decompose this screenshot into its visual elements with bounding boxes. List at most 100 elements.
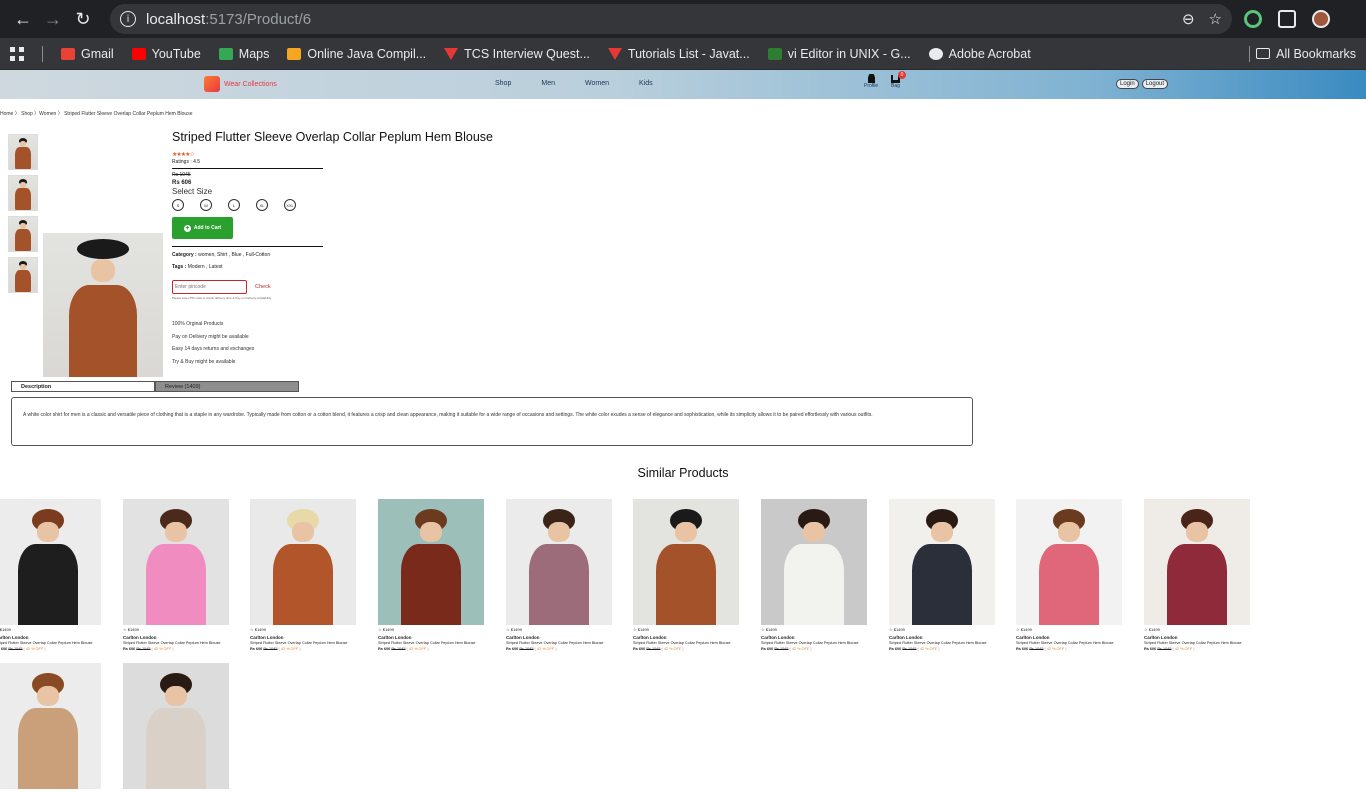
similar-product-image[interactable]: [0, 499, 101, 625]
similar-product-discount: ( 42 % OFF ): [917, 647, 940, 651]
bookmark-adobe[interactable]: Adobe Acrobat: [928, 47, 1031, 61]
similar-product-image[interactable]: [250, 499, 356, 625]
extension-icon[interactable]: [1244, 10, 1262, 28]
face-shape: [37, 521, 59, 542]
category-line: Category : women, Shirt , Blue , Full-Co…: [172, 252, 332, 258]
similar-product-image[interactable]: [889, 499, 995, 625]
check-button[interactable]: Check: [255, 284, 271, 290]
profile-button[interactable]: Profile: [864, 74, 878, 89]
outfit-shape: [529, 544, 589, 625]
similar-product-price: Rs 606: [123, 647, 136, 651]
face-shape: [292, 521, 314, 542]
similar-product-brand: Carlton London: [633, 635, 667, 640]
product-thumbnail[interactable]: [8, 257, 38, 293]
nav-men[interactable]: Men: [541, 80, 555, 87]
similar-product-discount: ( 42 % OFF ): [23, 647, 46, 651]
zoom-icon[interactable]: ⊖: [1182, 10, 1195, 28]
similar-product-price: Rs 606: [633, 647, 646, 651]
all-bookmarks[interactable]: All Bookmarks: [1249, 45, 1356, 62]
tab-review[interactable]: Review (1409): [155, 381, 299, 392]
similar-product-image[interactable]: [761, 499, 867, 625]
product-info: Striped Flutter Sleeve Overlap Collar Pe…: [172, 130, 493, 368]
size-s[interactable]: S: [172, 199, 184, 211]
size-xxl[interactable]: XXL: [284, 199, 296, 211]
similar-product-card[interactable]: ☆: [123, 663, 229, 792]
size-m[interactable]: M: [200, 199, 212, 211]
size-l[interactable]: L: [228, 199, 240, 211]
forward-icon[interactable]: →: [38, 4, 68, 34]
face-shape: [420, 521, 442, 542]
product-thumbnail[interactable]: [8, 134, 38, 170]
similar-product-card[interactable]: ☆ $1499 Carlton LondonStriped Flutter Sle…: [1144, 499, 1250, 651]
similar-product-card[interactable]: ☆ $1499 Carlton LondonStriped Flutter Sle…: [1016, 499, 1122, 651]
tab-description[interactable]: Description: [11, 381, 155, 392]
product-main-image: [43, 233, 163, 377]
feature-item: Pay on Delivery might be available: [172, 333, 249, 340]
similar-product-image[interactable]: [378, 499, 484, 625]
bookmark-maps[interactable]: Maps: [218, 47, 269, 61]
similar-product-brand: Carlton London: [1144, 635, 1178, 640]
similar-product-name: Striped Flutter Sleeve Overlap Collar Pe…: [123, 641, 221, 645]
similar-product-image[interactable]: [633, 499, 739, 625]
similar-product-top-price: ☆ $1499: [1144, 627, 1250, 632]
bag-button[interactable]: 0 Bag: [891, 71, 906, 89]
reload-icon[interactable]: ↻: [68, 4, 98, 34]
similar-product-card[interactable]: ☆ $1499 Carlton LondonStriped Flutter Sle…: [0, 499, 101, 651]
bookmark-gmail[interactable]: Gmail: [61, 47, 114, 61]
brand-name: Wear Collections: [224, 80, 277, 88]
pincode-input[interactable]: [172, 280, 247, 294]
product-thumbnail[interactable]: [8, 216, 38, 252]
similar-product-image[interactable]: [123, 663, 229, 789]
product-thumbnail[interactable]: [8, 175, 38, 211]
nav-women[interactable]: Women: [585, 80, 609, 87]
size-xl[interactable]: XL: [256, 199, 268, 211]
brand-logo[interactable]: Wear Collections: [204, 76, 277, 92]
similar-product-image[interactable]: [1144, 499, 1250, 625]
similar-product-card[interactable]: ☆ $1499 Carlton LondonStriped Flutter Sle…: [761, 499, 867, 651]
bookmark-tcs[interactable]: TCS Interview Quest...: [444, 47, 590, 61]
similar-product-discount: ( 42 % OFF ): [406, 647, 429, 651]
similar-product-image[interactable]: [123, 499, 229, 625]
login-button[interactable]: Login: [1116, 79, 1139, 89]
similar-product-card[interactable]: ☆ $1499 Carlton LondonStriped Flutter Sle…: [633, 499, 739, 651]
similar-product-image[interactable]: [1016, 499, 1122, 625]
back-icon[interactable]: ←: [8, 4, 38, 34]
bookmark-vi-editor[interactable]: vi Editor in UNIX - G...: [767, 47, 911, 61]
add-to-cart-button[interactable]: + Add to Cart: [172, 217, 233, 239]
similar-product-card[interactable]: ☆: [0, 663, 101, 792]
similar-product-image[interactable]: [0, 663, 101, 789]
similar-product-card[interactable]: ☆ $1499 Carlton LondonStriped Flutter Sle…: [378, 499, 484, 651]
outfit-shape: [912, 544, 972, 625]
similar-product-top-price: ☆ $1499: [889, 627, 995, 632]
apps-grid-icon[interactable]: [10, 46, 24, 61]
outfit-shape: [656, 544, 716, 625]
bookmarks-separator: [1249, 45, 1251, 62]
nav-kids[interactable]: Kids: [639, 80, 653, 87]
similar-product-price: Rs 606: [1144, 647, 1157, 651]
similar-product-name: Striped Flutter Sleeve Overlap Collar Pe…: [506, 641, 604, 645]
similar-product-old-price: Rs 1045: [902, 647, 917, 651]
similar-product-card[interactable]: ☆ $1499 Carlton LondonStriped Flutter Sle…: [123, 499, 229, 651]
similar-product-card[interactable]: ☆ $1499 Carlton LondonStriped Flutter Sle…: [889, 499, 995, 651]
similar-product-top-price: ☆ $1499: [1016, 627, 1122, 632]
logout-button[interactable]: Logout: [1141, 79, 1169, 89]
similar-product-card[interactable]: ☆ $1499 Carlton LondonStriped Flutter Sle…: [250, 499, 356, 651]
similar-product-card[interactable]: ☆ $1499 Carlton LondonStriped Flutter Sle…: [506, 499, 612, 651]
bookmark-tutorials[interactable]: Tutorials List - Javat...: [607, 47, 750, 61]
similar-product-old-price: Rs 1045: [136, 647, 151, 651]
bookmark-star-icon[interactable]: ☆: [1209, 10, 1222, 28]
breadcrumb[interactable]: Home 〉 Shop 〉Women 〉 Striped Flutter Sle…: [0, 110, 193, 117]
site-info-icon[interactable]: i: [120, 11, 136, 27]
bookmark-youtube[interactable]: YouTube: [131, 47, 201, 61]
bookmark-java-compiler[interactable]: Online Java Compil...: [287, 47, 426, 61]
similar-product-image[interactable]: [506, 499, 612, 625]
divider: [172, 246, 323, 247]
profile-avatar[interactable]: [1312, 10, 1330, 28]
extensions-puzzle-icon[interactable]: [1278, 10, 1296, 28]
address-bar[interactable]: i localhost:5173/Product/6 ⊖ ☆: [110, 4, 1232, 34]
nav-shop[interactable]: Shop: [495, 80, 511, 87]
similar-product-brand: Carlton London: [761, 635, 795, 640]
outfit-shape: [1039, 544, 1099, 625]
top-price-value: $1499: [510, 627, 522, 632]
similar-product-brand: Carlton London: [250, 635, 284, 640]
